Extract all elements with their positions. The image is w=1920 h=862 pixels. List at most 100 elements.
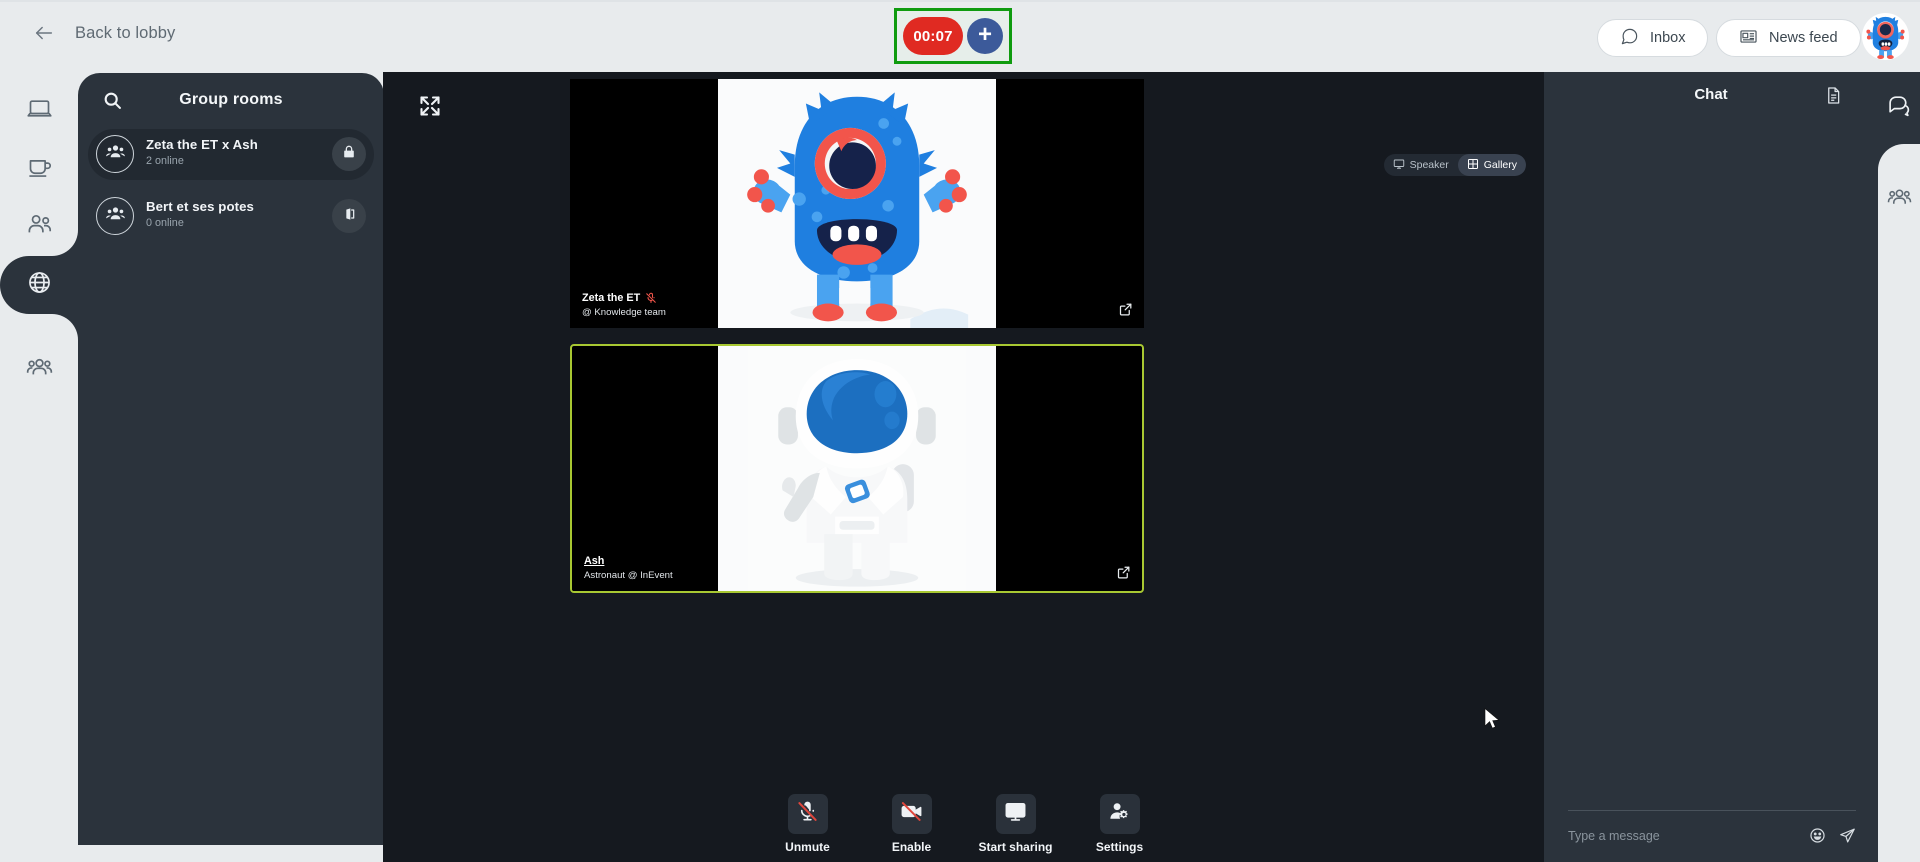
room-lock-button[interactable] (332, 137, 366, 171)
popout-icon[interactable] (1116, 565, 1131, 580)
rail-active-cap-top (52, 230, 78, 256)
blue-monster-avatar-icon (1866, 16, 1905, 60)
tile-label: Ash Astronaut @ InEvent (572, 547, 683, 591)
inbox-label: Inbox (1650, 30, 1686, 46)
rail-active-cap-bottom (52, 314, 78, 340)
call-controls: Unmute Enable Start sharing Settings (383, 794, 1544, 854)
room-text: Bert et ses potes 0 online (146, 199, 254, 229)
video-stage: Speaker Gallery Zeta the ET @ Knowledge … (383, 72, 1544, 862)
tile-participant-subtitle: @ Knowledge team (582, 307, 666, 318)
room-list-item-bert[interactable]: Bert et ses potes 0 online (88, 191, 374, 242)
tab-speaker-view[interactable]: Speaker (1384, 154, 1458, 176)
enable-camera-button[interactable]: Enable (874, 794, 950, 854)
chat-bubble-icon (1620, 27, 1639, 50)
tile-participant-name: Zeta the ET (582, 292, 641, 304)
sidebar-item-attendees[interactable] (0, 340, 78, 398)
people-group-icon (105, 203, 126, 229)
search-icon[interactable] (102, 90, 123, 111)
monitor-icon (1004, 800, 1027, 828)
tile-participant-subtitle: Astronaut @ InEvent (584, 570, 673, 581)
chat-panel: Chat (1544, 72, 1878, 862)
enable-camera-button-box (891, 794, 932, 834)
start-sharing-button[interactable]: Start sharing (978, 794, 1054, 854)
start-sharing-button-box (995, 794, 1036, 834)
room-online-count: 2 online (146, 155, 184, 167)
room-avatar (96, 197, 134, 235)
unmute-button[interactable]: Unmute (770, 794, 846, 854)
tab-chat[interactable] (1878, 72, 1920, 144)
document-icon[interactable] (1824, 86, 1843, 105)
grid-icon (1467, 158, 1479, 173)
tab-participants[interactable] (1878, 170, 1920, 228)
person-gear-icon (1108, 800, 1131, 828)
send-plane-icon[interactable] (1839, 827, 1856, 844)
view-mode-toggle: Speaker Gallery (1383, 154, 1526, 176)
arrow-left-icon (33, 22, 55, 44)
room-online-count: 0 online (146, 217, 184, 229)
group-rooms-panel: Group rooms Zeta the ET x Ash 2 online B… (78, 73, 384, 845)
settings-label: Settings (1095, 840, 1144, 854)
blue-monster-illustration (718, 79, 996, 328)
room-list-item-zeta[interactable]: Zeta the ET x Ash 2 online (88, 129, 374, 180)
popout-icon[interactable] (1118, 302, 1133, 317)
video-tile-zeta[interactable]: Zeta the ET @ Knowledge team (570, 79, 1144, 328)
room-name: Bert et ses potes (146, 199, 254, 214)
right-icon-rail (1878, 72, 1920, 862)
left-icon-rail (0, 72, 78, 862)
avatar[interactable] (1862, 13, 1909, 60)
back-to-lobby-label: Back to lobby (75, 23, 176, 42)
chat-header: Chat (1544, 72, 1878, 124)
chat-composer (1568, 810, 1856, 844)
settings-button-box (1099, 794, 1140, 834)
top-bar: Back to lobby 00:07 + Inbox News feed (0, 0, 1920, 72)
tile-label: Zeta the ET @ Knowledge team (570, 284, 676, 328)
add-time-button[interactable]: + (967, 18, 1003, 54)
enable-camera-label: Enable (891, 840, 932, 854)
people-group-icon (105, 141, 126, 167)
monitor-icon (1393, 158, 1405, 173)
newspaper-icon (1739, 27, 1758, 50)
emoji-icon[interactable] (1809, 827, 1826, 844)
news-feed-button[interactable]: News feed (1716, 19, 1861, 57)
tile-participant-name-row: Ash (584, 555, 673, 567)
gallery-view-label: Gallery (1483, 159, 1517, 171)
sidebar-item-lounge[interactable] (0, 140, 78, 198)
mic-off-icon (796, 800, 819, 828)
speaker-view-label: Speaker (1409, 159, 1449, 171)
chat-message-input[interactable] (1568, 828, 1796, 843)
lock-icon (341, 144, 357, 165)
room-text: Zeta the ET x Ash 2 online (146, 137, 258, 167)
tab-gallery-view[interactable]: Gallery (1457, 154, 1526, 176)
start-sharing-label: Start sharing (978, 840, 1053, 854)
chat-message-list[interactable] (1544, 124, 1878, 824)
unmute-label: Unmute (785, 840, 830, 854)
tile-participant-name: Ash (584, 555, 605, 567)
room-avatar (96, 135, 134, 173)
group-rooms-title: Group rooms (179, 91, 283, 108)
laptop-icon (26, 95, 53, 127)
coffee-cup-icon (26, 153, 53, 185)
back-to-lobby-button[interactable]: Back to lobby (33, 22, 175, 44)
sidebar-item-laptop[interactable] (0, 82, 78, 140)
group-rooms-header: Group rooms (78, 73, 384, 127)
video-tile-ash[interactable]: Ash Astronaut @ InEvent (570, 344, 1144, 593)
astronaut-illustration (718, 346, 996, 591)
exit-door-icon (341, 206, 357, 227)
people-group-icon (1887, 184, 1912, 214)
session-timer[interactable]: 00:07 (903, 17, 963, 55)
inbox-button[interactable]: Inbox (1597, 19, 1709, 57)
globe-icon (26, 269, 53, 301)
room-name: Zeta the ET x Ash (146, 137, 258, 152)
sidebar-item-group-rooms[interactable] (0, 256, 78, 314)
camera-off-icon (900, 800, 923, 828)
news-feed-label: News feed (1769, 30, 1838, 46)
two-people-icon (26, 211, 53, 243)
mic-off-icon (645, 292, 657, 304)
settings-button[interactable]: Settings (1082, 794, 1158, 854)
session-timer-group: 00:07 + (894, 8, 1012, 64)
room-enter-button[interactable] (332, 199, 366, 233)
people-group-icon (26, 353, 53, 385)
expand-arrows-icon[interactable] (418, 94, 442, 118)
tile-participant-name-row: Zeta the ET (582, 292, 666, 304)
right-rail-active-cap-bottom (1878, 144, 1904, 170)
